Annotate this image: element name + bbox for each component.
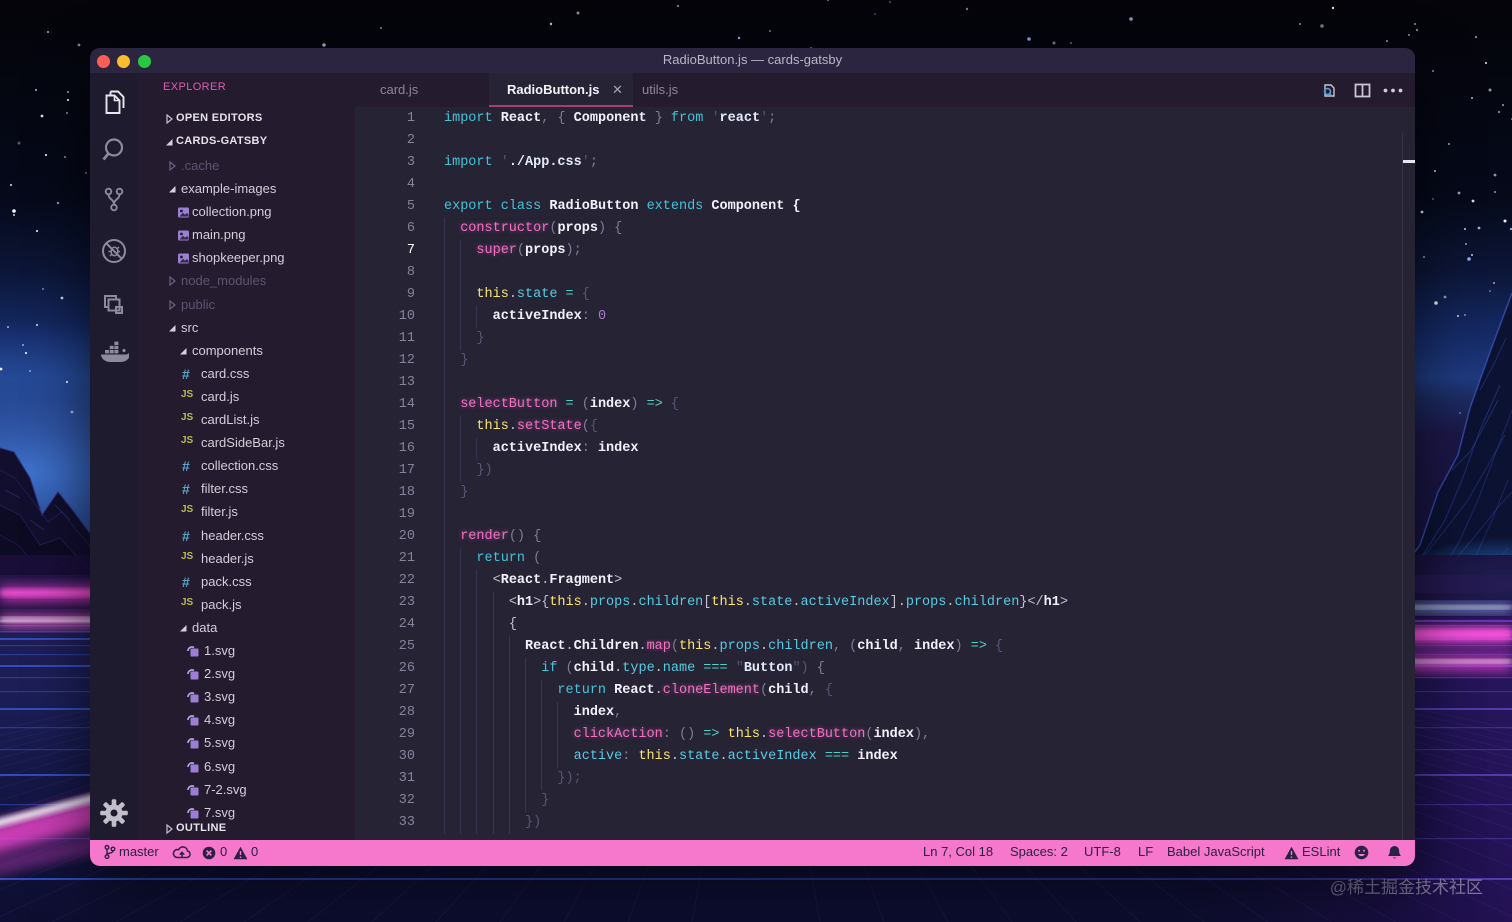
svg-text:@稀土掘金技术社区: @稀土掘金技术社区 (1330, 878, 1483, 897)
